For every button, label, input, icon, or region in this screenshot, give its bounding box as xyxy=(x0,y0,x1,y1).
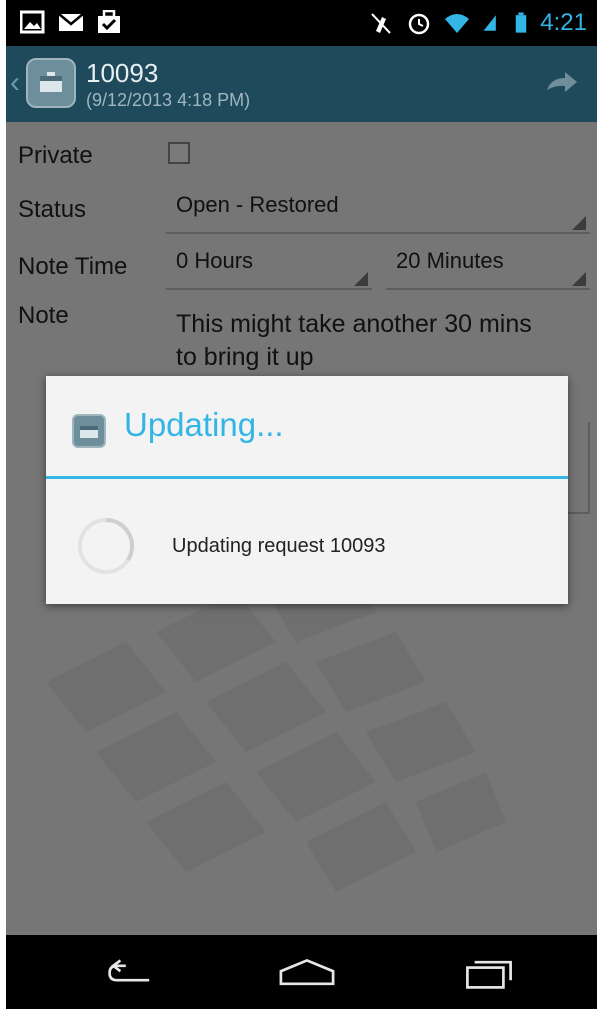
navigation-bar xyxy=(6,935,597,1009)
mute-icon xyxy=(371,13,392,34)
home-icon xyxy=(279,958,335,986)
recent-apps-icon xyxy=(466,960,512,989)
dialog-title: Updating... xyxy=(124,406,284,443)
forward-arrow-icon[interactable] xyxy=(545,68,579,98)
signal-icon xyxy=(483,15,497,31)
recent-apps-button[interactable] xyxy=(454,951,524,995)
progress-spinner-icon xyxy=(78,517,135,574)
dialog-message: Updating request 10093 xyxy=(172,535,386,557)
picture-icon xyxy=(20,10,45,34)
screen: 4:21 ‹ 10093 (9/12/2013 4:18 PM) Updatin… xyxy=(0,0,603,1009)
briefcase-check-icon xyxy=(98,10,120,33)
up-caret-icon[interactable]: ‹ xyxy=(10,66,20,100)
home-button[interactable] xyxy=(272,951,342,995)
back-button[interactable] xyxy=(98,951,168,995)
battery-icon xyxy=(516,12,527,33)
clock: 4:21 xyxy=(540,9,587,36)
progress-dialog: Updating... Updating request 10093 xyxy=(46,376,568,604)
request-number: 10093 xyxy=(86,58,159,88)
dialog-divider xyxy=(46,476,568,479)
app-icon xyxy=(72,414,106,448)
back-icon xyxy=(108,959,150,982)
wifi-icon xyxy=(445,14,470,33)
alarm-icon xyxy=(409,13,430,35)
action-bar: ‹ 10093 (9/12/2013 4:18 PM) xyxy=(6,46,597,122)
status-bar: 4:21 xyxy=(6,0,597,46)
request-timestamp: (9/12/2013 4:18 PM) xyxy=(86,90,251,110)
app-home-icon[interactable] xyxy=(26,58,76,108)
mail-icon xyxy=(58,13,84,31)
